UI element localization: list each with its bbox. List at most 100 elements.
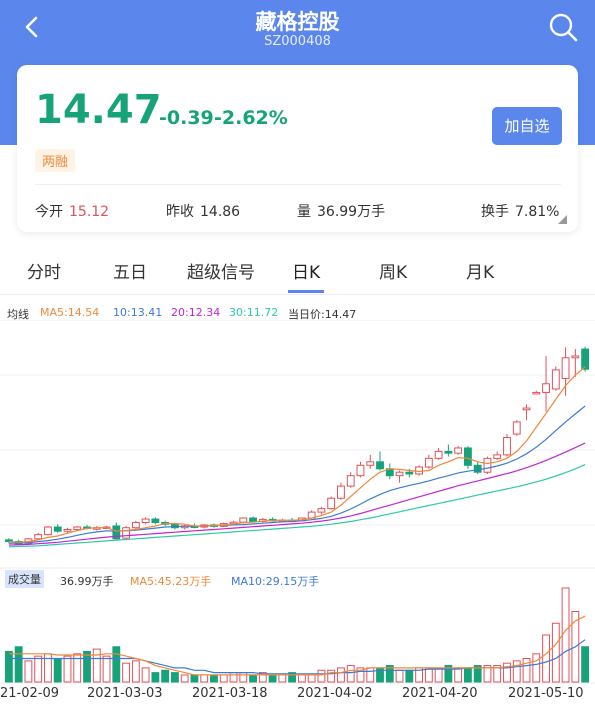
tab-super-signal[interactable]: 超级信号 — [187, 258, 255, 283]
stat-prev-close: 昨收 14.86 — [166, 201, 240, 221]
candle-body — [239, 517, 248, 523]
tab-intraday[interactable]: 分时 — [27, 258, 61, 283]
stat-turnover: 换手 7.81% — [481, 201, 559, 221]
volume-bar — [63, 655, 72, 683]
candle-body — [366, 461, 375, 466]
divider — [35, 184, 561, 185]
candle-body — [512, 421, 521, 435]
volume-bar — [512, 660, 521, 683]
stat-value: 7.81% — [515, 204, 560, 220]
candle-body — [131, 522, 140, 529]
candle-body — [317, 508, 326, 513]
ma30-line — [8, 464, 586, 548]
quote-card: 14.47 -0.39 -2.62% 加自选 两融 今开 15.12 昨收 14.8… — [17, 65, 578, 232]
ma20-legend: 20:12.34 — [171, 306, 221, 319]
candle-body — [483, 457, 492, 473]
ma10-legend: 10:13.41 — [113, 306, 163, 319]
tab-daily-k[interactable]: 日K — [292, 258, 320, 283]
volume-ma5: MA5:45.23万手 — [130, 575, 212, 588]
stat-label: 换手 — [481, 204, 509, 220]
stat-value: 15.12 — [69, 204, 110, 220]
volume-bar — [454, 667, 463, 683]
candle-body — [141, 518, 150, 524]
candle-body — [405, 471, 414, 475]
tab-monthly-k[interactable]: 月K — [466, 258, 494, 283]
volume-bar — [4, 650, 13, 683]
kline-chart[interactable] — [0, 320, 595, 686]
volume-bar — [551, 622, 560, 683]
date-label: 21-02-09 — [0, 686, 60, 701]
volume-bar — [229, 672, 238, 683]
search-icon[interactable] — [546, 10, 580, 44]
volume-bar — [532, 653, 541, 683]
chart-tabs: 分时 五日 超级信号 日K 周K 月K — [0, 248, 595, 295]
volume-bar — [337, 667, 345, 683]
candle-body — [522, 407, 531, 411]
volume-bar — [151, 672, 160, 683]
stat-label: 量 — [297, 204, 311, 220]
margin-badge: 两融 — [35, 149, 76, 172]
candle-body — [356, 464, 365, 477]
ma30-legend: 30:11.72 — [229, 306, 279, 319]
volume-bar — [542, 634, 550, 683]
stock-name: 藏格控股 — [255, 10, 340, 34]
date-label: 2021-05-10 — [508, 686, 584, 701]
candle-body — [581, 348, 590, 370]
volume-bar — [219, 674, 228, 683]
volume-bar — [34, 655, 43, 683]
candle-body — [337, 485, 345, 499]
volume-bar — [366, 667, 375, 683]
stat-open: 今开 15.12 — [35, 201, 109, 221]
volume-bar — [463, 667, 472, 683]
volume-bar — [424, 667, 433, 683]
candle-body — [551, 369, 560, 390]
tab-weekly-k[interactable]: 周K — [379, 258, 407, 283]
candle-body — [376, 461, 384, 470]
volume-bar — [434, 667, 443, 683]
volume-bar — [249, 674, 257, 683]
candle-body — [122, 527, 131, 539]
volume-bar — [346, 665, 355, 683]
tab-five-day[interactable]: 五日 — [113, 258, 147, 283]
volume-bar — [395, 669, 404, 683]
volume-bar — [307, 674, 316, 683]
candle-body — [473, 464, 482, 473]
volume-bar — [112, 646, 121, 683]
volume-bar — [278, 674, 287, 683]
stat-label: 今开 — [35, 204, 63, 220]
volume-bar — [210, 674, 218, 683]
volume-bar — [170, 672, 179, 683]
candle-body — [415, 466, 424, 475]
volume-ma10: MA10:29.15万手 — [231, 575, 320, 588]
candle-body — [151, 518, 160, 524]
expand-triangle-icon[interactable] — [558, 215, 567, 224]
candle-body — [503, 437, 511, 456]
candle-body — [44, 526, 52, 536]
volume-bar — [239, 672, 248, 683]
volume-bar — [92, 648, 101, 683]
candle-body — [542, 383, 550, 393]
date-label: 2021-03-18 — [192, 686, 268, 701]
candle-body — [34, 534, 43, 540]
add-watchlist-button[interactable]: 加自选 — [492, 107, 562, 145]
volume-bar — [317, 669, 326, 683]
candle-body — [327, 497, 336, 510]
stat-label: 昨收 — [166, 204, 194, 220]
candle-body — [532, 391, 541, 395]
candle-body — [493, 454, 502, 459]
candle-body — [444, 450, 453, 454]
date-label: 2021-03-03 — [87, 686, 163, 701]
candle-body — [73, 526, 82, 530]
volume-bar — [83, 650, 91, 683]
volume-bar — [24, 660, 33, 683]
candle-body — [346, 475, 355, 487]
date-label: 2021-04-20 — [402, 686, 478, 701]
volume-bar — [200, 674, 209, 683]
candle-body — [434, 450, 443, 459]
volume-bar — [131, 660, 140, 683]
volume-bar — [14, 646, 23, 683]
volume-bar — [180, 674, 189, 683]
volume-bar — [297, 674, 306, 683]
price-change: -0.39 — [159, 107, 214, 129]
candle-body — [53, 526, 62, 532]
